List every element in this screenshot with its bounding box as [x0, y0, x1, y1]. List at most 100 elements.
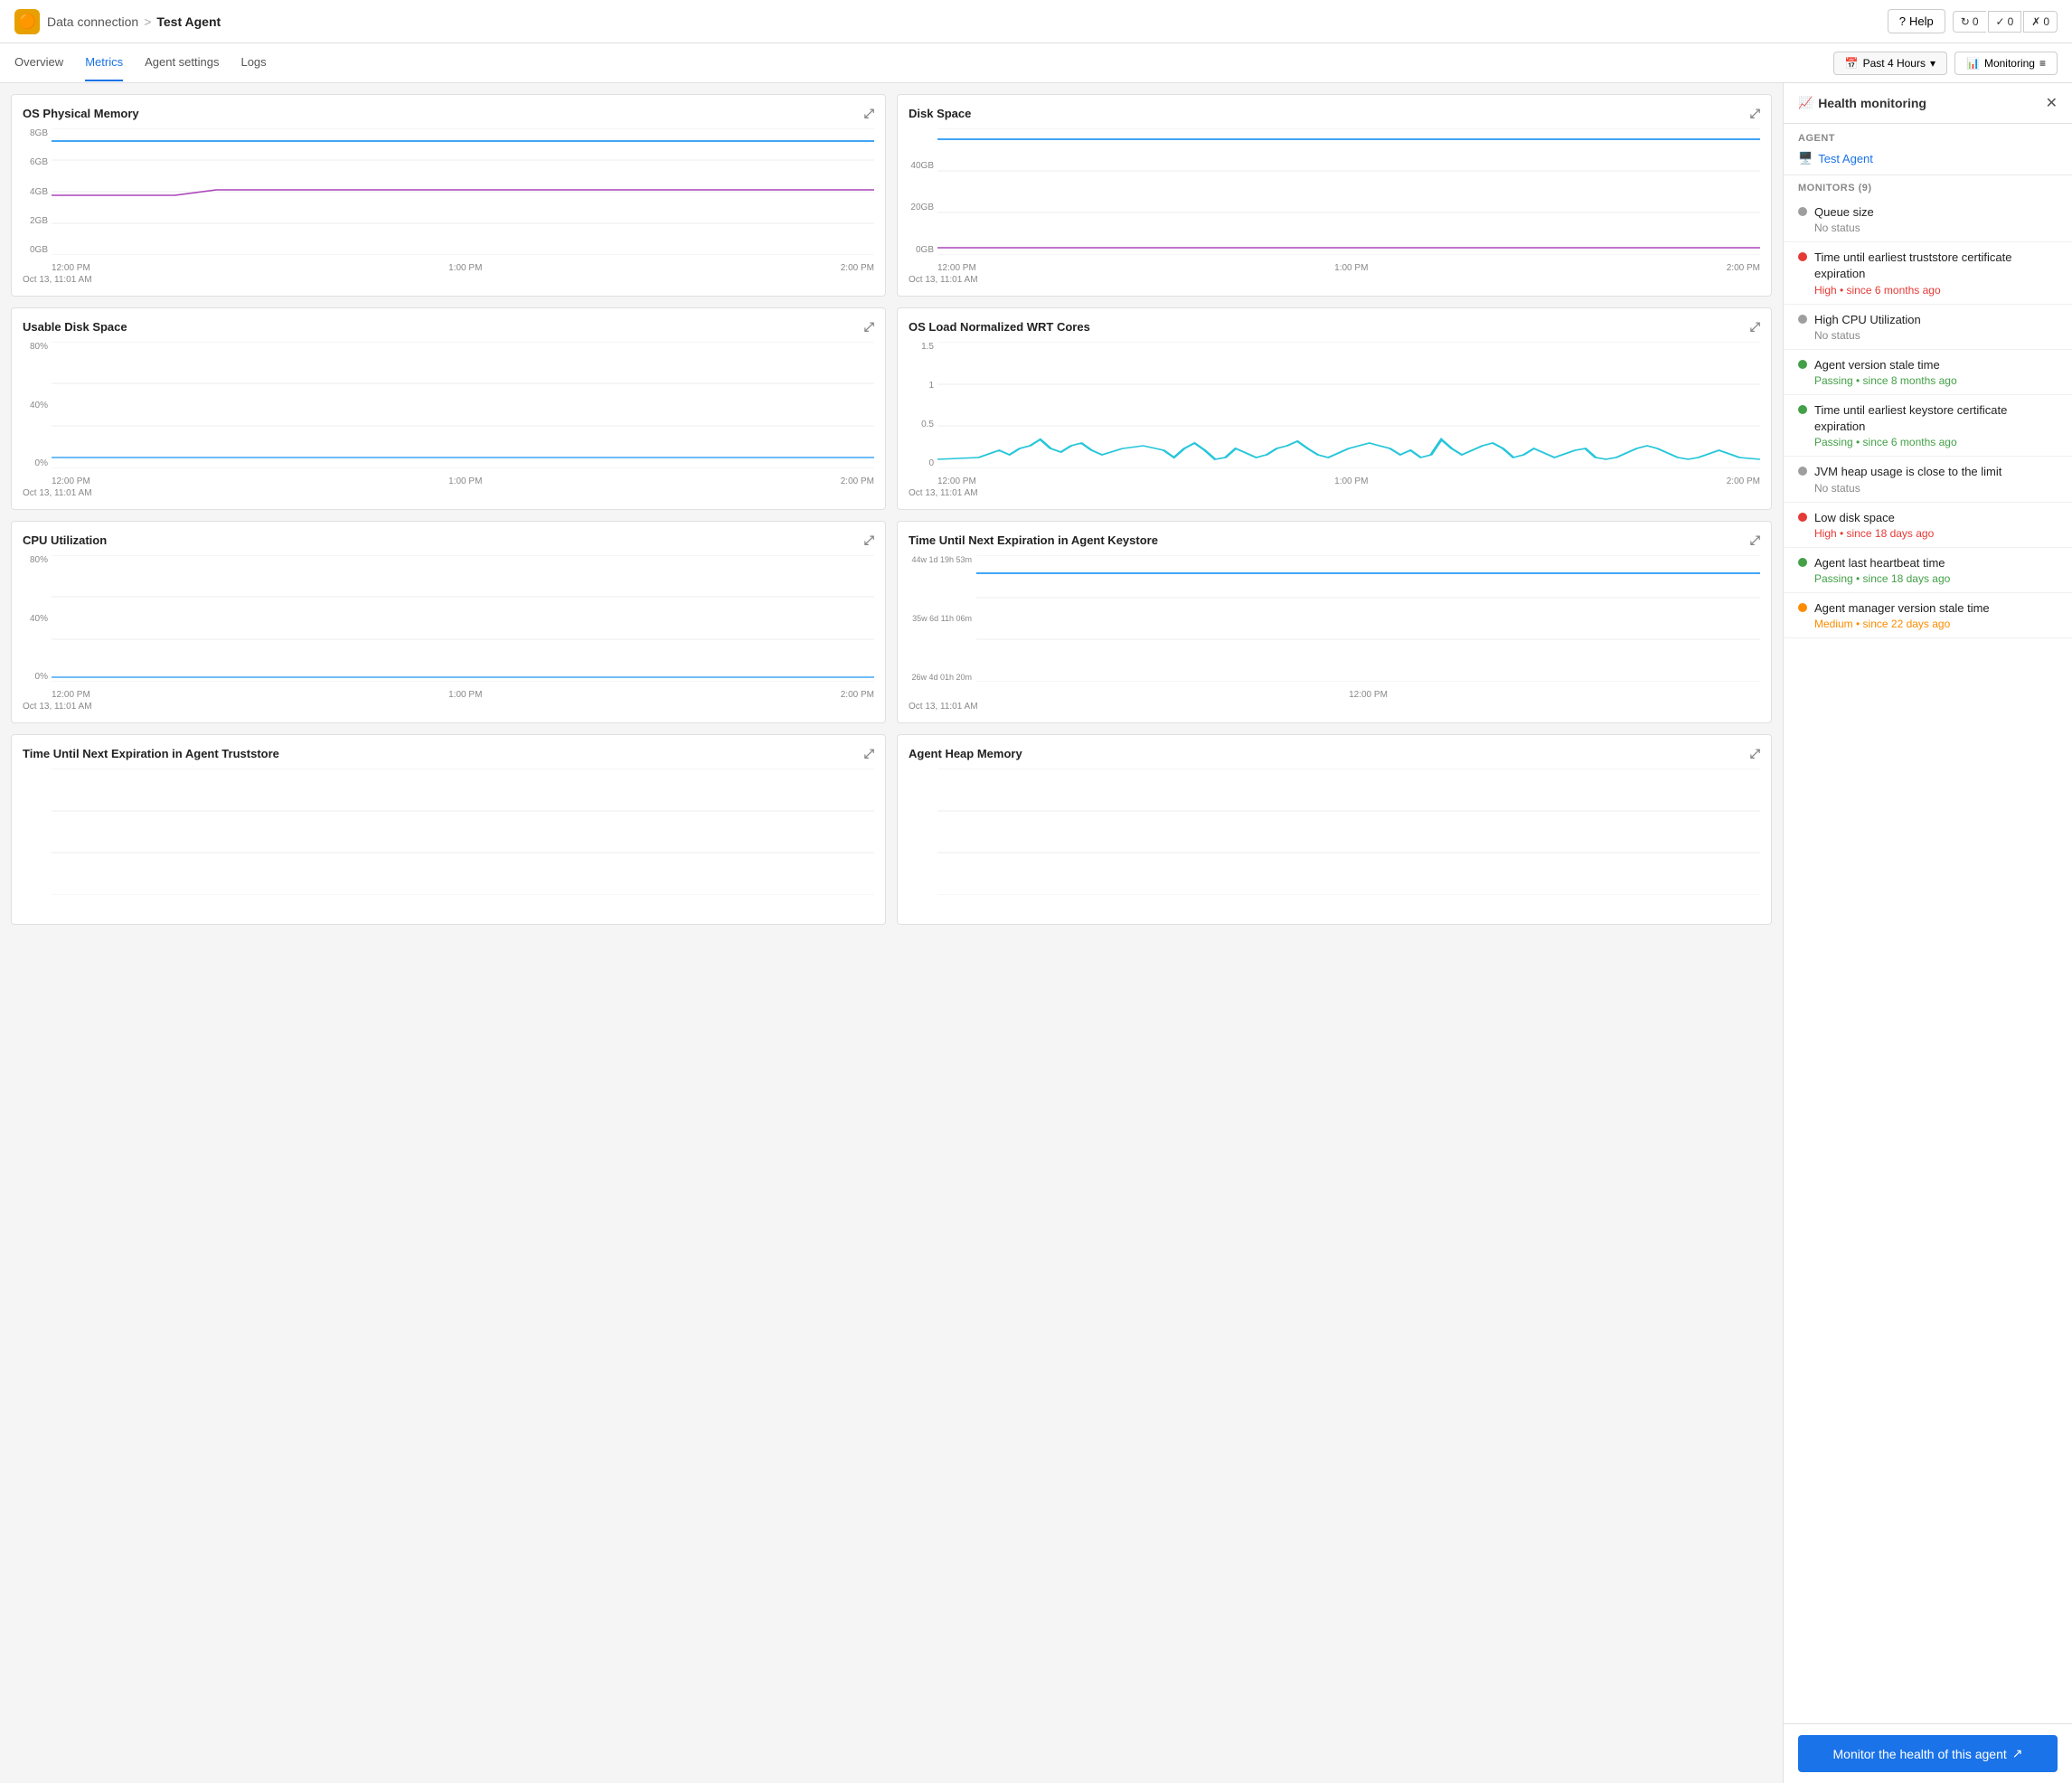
monitor-dot-jvm: [1798, 467, 1807, 476]
agent-section-label: AGENT: [1784, 124, 2072, 147]
monitor-name-agent-version: Agent version stale time: [1814, 357, 2058, 373]
monitor-status-keystore: Passing • since 6 months ago: [1814, 436, 2058, 448]
chart-area-usable-disk: 80% 40% 0% 12:00 PM 1:00: [23, 342, 874, 486]
monitor-status-agent-version: Passing • since 8 months ago: [1814, 374, 2058, 387]
monitor-info-keystore: Time until earliest keystore certificate…: [1814, 402, 2058, 448]
chart-title-disk-space: Disk Space ⤢: [909, 106, 1760, 121]
chart-area-heap: [909, 769, 1760, 913]
expand-icon-cpu[interactable]: ⤢: [864, 533, 874, 548]
monitor-health-button[interactable]: Monitor the health of this agent ↗: [1798, 1735, 2058, 1772]
monitoring-button[interactable]: 📊 Monitoring ≡: [1954, 52, 2058, 75]
main-layout: OS Physical Memory ⤢ 8GB 6GB 4GB 2GB 0GB: [0, 83, 2072, 1783]
y-labels-os-memory: 8GB 6GB 4GB 2GB 0GB: [23, 128, 48, 255]
heartbeat-icon: 📈: [1798, 96, 1813, 110]
sidebar-title-row: 📈 Health monitoring: [1798, 96, 1926, 110]
list-icon: ≡: [2039, 57, 2046, 70]
chart-area-keystore: 44w 1d 19h 53m 35w 6d 11h 06m 26w 4d 01h…: [909, 555, 1760, 700]
y-labels-os-load: 1.5 1 0.5 0: [909, 342, 934, 468]
monitor-queue-size: Queue size No status: [1784, 197, 2072, 242]
monitor-status-jvm: No status: [1814, 482, 2058, 495]
chart-area-os-memory: 8GB 6GB 4GB 2GB 0GB: [23, 128, 874, 273]
tab-agent-settings[interactable]: Agent settings: [145, 44, 219, 81]
chart-title-keystore: Time Until Next Expiration in Agent Keys…: [909, 533, 1760, 548]
monitor-cpu-util: High CPU Utilization No status: [1784, 305, 2072, 350]
topbar: 🟠 Data connection > Test Agent ? Help ↻ …: [0, 0, 2072, 43]
breadcrumb: Data connection > Test Agent: [47, 14, 221, 29]
monitor-agent-version: Agent version stale time Passing • since…: [1784, 350, 2072, 395]
expand-icon-os-memory[interactable]: ⤢: [864, 106, 874, 121]
chart-title-heap: Agent Heap Memory ⤢: [909, 746, 1760, 761]
time-filter-label: Past 4 Hours: [1863, 57, 1926, 70]
close-button[interactable]: ✕: [2046, 94, 2058, 112]
expand-icon-usable-disk[interactable]: ⤢: [864, 319, 874, 335]
monitor-info-agent-version: Agent version stale time Passing • since…: [1814, 357, 2058, 387]
agent-icon: 🖥️: [1798, 151, 1813, 165]
error-count: 0: [2043, 15, 2049, 28]
chart-svg-os-load: [937, 342, 1760, 468]
chart-svg-truststore: [52, 769, 874, 895]
chart-agent-heap-memory: Agent Heap Memory ⤢: [897, 734, 1772, 925]
calendar-icon: 📅: [1845, 57, 1859, 70]
question-icon: ?: [1899, 14, 1906, 28]
help-button[interactable]: ? Help: [1888, 9, 1945, 33]
chart-area-os-load: 1.5 1 0.5 0 12:00 PM: [909, 342, 1760, 486]
refresh-badge[interactable]: ↻ 0: [1953, 11, 1986, 33]
chart-title-os-load: OS Load Normalized WRT Cores ⤢: [909, 319, 1760, 335]
monitor-status-low-disk: High • since 18 days ago: [1814, 527, 2058, 540]
tab-logs[interactable]: Logs: [240, 44, 266, 81]
monitor-dot-agent-version: [1798, 360, 1807, 369]
monitor-name-low-disk: Low disk space: [1814, 510, 2058, 526]
nav-tabs: Overview Metrics Agent settings Logs 📅 P…: [0, 43, 2072, 83]
time-filter-button[interactable]: 📅 Past 4 Hours ▾: [1833, 52, 1947, 75]
monitor-info-jvm: JVM heap usage is close to the limit No …: [1814, 464, 2058, 494]
sidebar-header: 📈 Health monitoring ✕: [1784, 83, 2072, 124]
monitor-dot-cpu: [1798, 315, 1807, 324]
chart-os-physical-memory: OS Physical Memory ⤢ 8GB 6GB 4GB 2GB 0GB: [11, 94, 886, 297]
chart-area-disk-space: 40GB 20GB 0GB: [909, 128, 1760, 273]
expand-icon-truststore[interactable]: ⤢: [864, 746, 874, 761]
refresh-count: 0: [1973, 15, 1979, 28]
chart-svg-heap: [937, 769, 1760, 895]
monitor-health-label: Monitor the health of this agent: [1833, 1747, 2007, 1761]
monitor-dot-manager: [1798, 603, 1807, 612]
chart-start-usable-disk: Oct 13, 11:01 AM: [23, 488, 874, 498]
breadcrumb-parent[interactable]: Data connection: [47, 14, 138, 29]
expand-icon-keystore[interactable]: ⤢: [1750, 533, 1760, 548]
chart-truststore-expiration: Time Until Next Expiration in Agent Trus…: [11, 734, 886, 925]
monitor-dot-low-disk: [1798, 513, 1807, 522]
x-labels-usable-disk: 12:00 PM 1:00 PM 2:00 PM: [52, 476, 874, 486]
success-badge[interactable]: ✓ 0: [1988, 11, 2022, 33]
chart-start-os-memory: Oct 13, 11:01 AM: [23, 275, 874, 285]
monitor-name-manager: Agent manager version stale time: [1814, 600, 2058, 617]
error-badge[interactable]: ✗ 0: [2023, 11, 2058, 33]
expand-icon-heap[interactable]: ⤢: [1750, 746, 1760, 761]
monitor-low-disk: Low disk space High • since 18 days ago: [1784, 503, 2072, 548]
success-count: 0: [2008, 15, 2014, 28]
monitor-name-cpu: High CPU Utilization: [1814, 312, 2058, 328]
monitor-status-truststore: High • since 6 months ago: [1814, 284, 2058, 297]
expand-icon-disk-space[interactable]: ⤢: [1750, 106, 1760, 121]
chart-svg-disk-space: [937, 128, 1760, 255]
monitor-dot-heartbeat: [1798, 558, 1807, 567]
tab-metrics[interactable]: Metrics: [85, 44, 123, 81]
x-labels-os-memory: 12:00 PM 1:00 PM 2:00 PM: [52, 263, 874, 273]
monitor-heartbeat: Agent last heartbeat time Passing • sinc…: [1784, 548, 2072, 593]
monitor-icon: 📊: [1966, 57, 1980, 70]
expand-icon-os-load[interactable]: ⤢: [1750, 319, 1760, 335]
agent-link[interactable]: 🖥️ Test Agent: [1798, 151, 2058, 165]
agent-name: Test Agent: [1818, 152, 1873, 165]
chart-area-truststore: [23, 769, 874, 913]
monitor-truststore-cert: Time until earliest truststore certifica…: [1784, 242, 2072, 304]
monitor-info-truststore: Time until earliest truststore certifica…: [1814, 250, 2058, 296]
monitor-status-manager: Medium • since 22 days ago: [1814, 618, 2058, 630]
monitor-name-truststore: Time until earliest truststore certifica…: [1814, 250, 2058, 282]
nav-actions: 📅 Past 4 Hours ▾ 📊 Monitoring ≡: [1833, 52, 2058, 75]
monitor-status-cpu: No status: [1814, 329, 2058, 342]
sidebar-agent: 🖥️ Test Agent: [1784, 147, 2072, 175]
sidebar: 📈 Health monitoring ✕ AGENT 🖥️ Test Agen…: [1783, 83, 2072, 1783]
tab-overview[interactable]: Overview: [14, 44, 63, 81]
monitor-info-low-disk: Low disk space High • since 18 days ago: [1814, 510, 2058, 540]
monitor-dot-queue: [1798, 207, 1807, 216]
y-labels-keystore: 44w 1d 19h 53m 35w 6d 11h 06m 26w 4d 01h…: [909, 555, 972, 682]
help-label: Help: [1909, 14, 1934, 28]
